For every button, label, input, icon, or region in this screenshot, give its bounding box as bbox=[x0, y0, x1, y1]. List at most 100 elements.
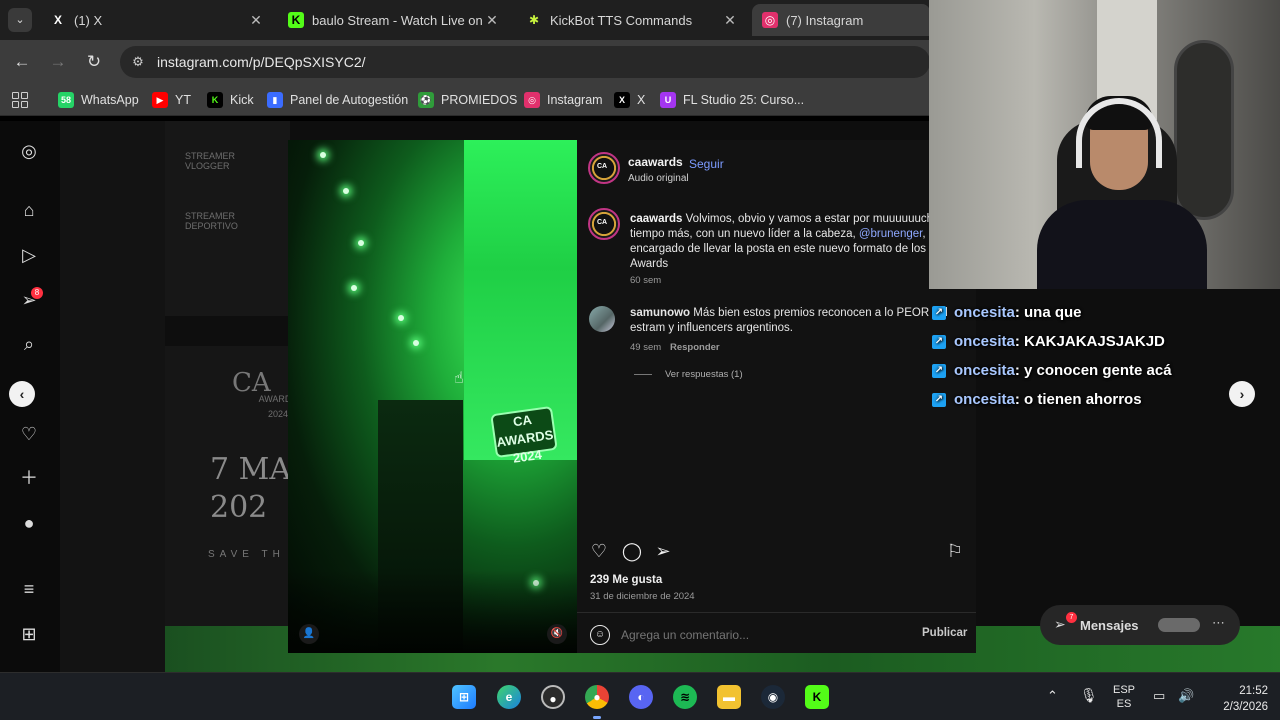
save-bookmark-icon[interactable]: ⚐ bbox=[944, 540, 966, 562]
close-tab-icon[interactable]: ✕ bbox=[248, 12, 264, 29]
stage-floor bbox=[288, 570, 577, 653]
bookmark-kick[interactable]: K Kick bbox=[207, 91, 254, 109]
chat-message: ↗ oncesita : o tienen ahorros bbox=[932, 385, 1212, 414]
more-icon: ⋯ bbox=[1212, 615, 1225, 630]
close-tab-icon[interactable]: ✕ bbox=[722, 12, 738, 29]
back-arrow-icon[interactable]: ← bbox=[12, 52, 32, 72]
follow-button[interactable]: Seguir bbox=[689, 157, 724, 171]
like-count[interactable]: 239 Me gusta bbox=[590, 574, 662, 586]
clock-time: 21:52 bbox=[1239, 685, 1268, 697]
bookmark-promiedos[interactable]: ⚽ PROMIEDOS bbox=[418, 91, 517, 109]
tab-search-button[interactable]: ⌄ bbox=[8, 8, 32, 32]
windows-taskbar: ⊞ e ● ● ◐ ≋ ▬ ◉ K ⌃ 🎙 ESP ES ▭ 🔊 21:52 2… bbox=[0, 672, 1280, 720]
commenter-username[interactable]: samunowo bbox=[630, 307, 690, 319]
tab-title: KickBot TTS Commands bbox=[550, 12, 693, 28]
previous-post-arrow-icon[interactable]: ‹ bbox=[9, 381, 35, 407]
webcam-background-mirror bbox=[1174, 40, 1234, 220]
tab-instagram[interactable]: ◎ (7) Instagram bbox=[752, 4, 930, 36]
steam-icon[interactable]: ◉ bbox=[761, 685, 785, 709]
audio-label[interactable]: Audio original bbox=[628, 173, 689, 184]
chat-message: ↗ oncesita : y conocen gente acá bbox=[932, 356, 1212, 385]
site-settings-icon[interactable]: ⚙ bbox=[130, 54, 146, 70]
close-tab-icon[interactable]: ✕ bbox=[484, 12, 500, 29]
next-post-arrow-icon[interactable]: › bbox=[1229, 381, 1255, 407]
url-text[interactable]: instagram.com/p/DEQpSXISYC2/ bbox=[157, 54, 366, 70]
messages-send-icon: ➢ bbox=[1054, 616, 1066, 632]
bookmark-fl-studio[interactable]: U FL Studio 25: Curso... bbox=[660, 91, 804, 109]
windows-start-icon[interactable]: ⊞ bbox=[452, 685, 476, 709]
backdrop-save-the: SAVE TH bbox=[208, 549, 285, 560]
tray-chevron-icon[interactable]: ⌃ bbox=[1047, 689, 1058, 703]
chat-badge-icon: ↗ bbox=[932, 334, 946, 349]
tab-kickbot[interactable]: ✱ KickBot TTS Commands ✕ bbox=[516, 4, 746, 36]
post-author-username[interactable]: caawards bbox=[628, 155, 683, 169]
bookmark-whatsapp[interactable]: 58 WhatsApp bbox=[58, 91, 139, 109]
bookmark-label: Instagram bbox=[547, 93, 603, 107]
kick-icon: K bbox=[288, 12, 304, 28]
mute-icon[interactable]: 🔇 bbox=[547, 624, 567, 644]
lang-layout: ES bbox=[1116, 698, 1132, 710]
home-icon[interactable]: ⌂ bbox=[19, 200, 39, 220]
kick-icon: K bbox=[207, 92, 223, 108]
post-author-avatar[interactable]: CA bbox=[588, 152, 620, 184]
tab-x[interactable]: X (1) X ✕ bbox=[40, 4, 272, 36]
bookmark-label: WhatsApp bbox=[81, 93, 139, 107]
obs-icon[interactable]: ● bbox=[541, 685, 565, 709]
caption-mention-link[interactable]: @brunenger bbox=[859, 228, 922, 240]
network-icon[interactable]: ▭ bbox=[1153, 689, 1165, 703]
chat-badge-icon: ↗ bbox=[932, 392, 946, 407]
view-replies-button[interactable]: Ver respuestas (1) bbox=[665, 369, 743, 380]
date-line: 7 MA bbox=[210, 452, 292, 487]
tab-kick-stream[interactable]: K baulo Stream - Watch Live on K ✕ bbox=[278, 4, 508, 36]
forward-arrow-icon[interactable]: → bbox=[48, 52, 68, 72]
spotify-icon[interactable]: ≋ bbox=[673, 685, 697, 709]
volume-icon[interactable]: 🔊 bbox=[1178, 689, 1194, 703]
tab-title: (7) Instagram bbox=[786, 12, 864, 28]
messages-button[interactable]: ➢ 7 Mensajes ⋯ bbox=[1040, 605, 1240, 645]
caption-avatar[interactable]: CA bbox=[588, 208, 620, 240]
more-apps-icon[interactable]: ⊞ bbox=[19, 624, 39, 644]
address-bar[interactable]: ⚙ instagram.com/p/DEQpSXISYC2/ bbox=[120, 46, 930, 78]
caption-username[interactable]: caawards bbox=[630, 213, 682, 225]
laurel-label: STREAMER DEPORTIVO bbox=[185, 211, 238, 231]
profile-avatar-icon[interactable]: ● bbox=[19, 513, 39, 533]
notifications-heart-icon[interactable]: ♡ bbox=[19, 424, 39, 444]
apps-grid-icon[interactable] bbox=[12, 92, 28, 108]
bookmark-yt[interactable]: ▶ YT bbox=[152, 91, 191, 109]
comment-input[interactable] bbox=[621, 624, 901, 646]
search-icon[interactable]: ⌕ bbox=[19, 334, 39, 354]
media-logo: CA AWARDS 2024 bbox=[490, 405, 558, 466]
file-explorer-icon[interactable]: ▬ bbox=[717, 685, 741, 709]
post-date: 31 de diciembre de 2024 bbox=[590, 591, 695, 602]
bookmark-x[interactable]: X X bbox=[614, 91, 645, 109]
caption-timestamp: 60 sem bbox=[630, 275, 662, 286]
reels-icon[interactable]: ▷ bbox=[19, 245, 39, 265]
comment-bubble-icon[interactable]: ◯ bbox=[621, 540, 643, 562]
chat-username: oncesita bbox=[954, 362, 1015, 379]
chat-username: oncesita bbox=[954, 304, 1015, 321]
commenter-avatar[interactable] bbox=[589, 306, 615, 332]
emoji-icon[interactable]: ☺ bbox=[590, 625, 610, 645]
reload-icon[interactable]: ↻ bbox=[84, 52, 104, 72]
input-language[interactable]: ESP ES bbox=[1113, 683, 1135, 711]
create-plus-icon[interactable]: ＋ bbox=[19, 468, 39, 488]
chat-badge-icon: ↗ bbox=[932, 305, 946, 320]
instagram-logo-icon[interactable]: ◎ bbox=[19, 141, 39, 161]
kick-icon[interactable]: K bbox=[805, 685, 829, 709]
instagram-icon: ◎ bbox=[762, 12, 778, 28]
reply-button[interactable]: Responder bbox=[670, 342, 720, 353]
microphone-icon[interactable]: 🎙 bbox=[1080, 688, 1098, 702]
tagged-users-icon[interactable]: 👤 bbox=[299, 624, 319, 644]
system-clock[interactable]: 21:52 2/3/2026 bbox=[1206, 683, 1268, 715]
chrome-icon[interactable]: ● bbox=[585, 685, 609, 709]
share-send-icon[interactable]: ➢ bbox=[652, 540, 674, 562]
publish-button[interactable]: Publicar bbox=[922, 627, 967, 639]
bookmark-panel-autogestion[interactable]: ▮ Panel de Autogestión bbox=[267, 91, 408, 109]
edge-icon[interactable]: e bbox=[497, 685, 521, 709]
post-media[interactable]: CA AWARDS 2024 👤 🔇 bbox=[288, 140, 577, 653]
bookmark-label: Kick bbox=[230, 93, 254, 107]
like-heart-icon[interactable]: ♡ bbox=[588, 540, 610, 562]
discord-icon[interactable]: ◐ bbox=[629, 685, 653, 709]
menu-icon[interactable]: ≡ bbox=[19, 579, 39, 599]
bookmark-instagram[interactable]: ◎ Instagram bbox=[524, 91, 603, 109]
